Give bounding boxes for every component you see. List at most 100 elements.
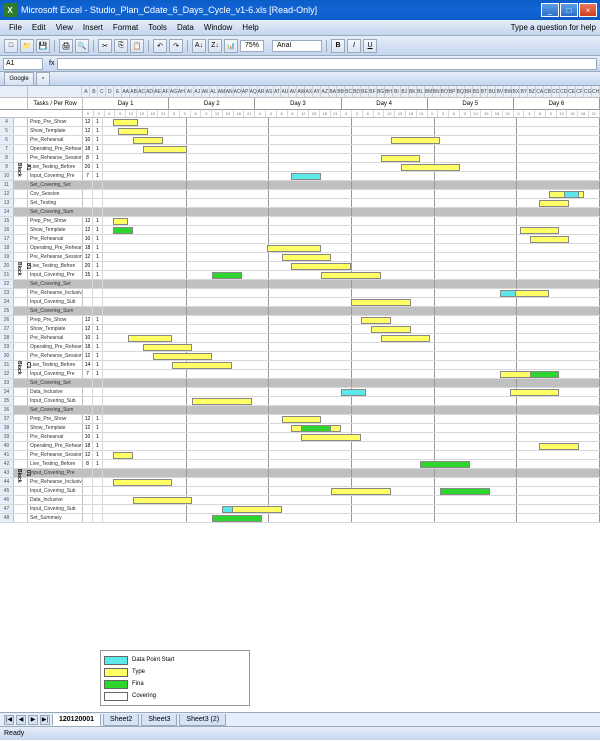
- col-header[interactable]: CD: [560, 86, 568, 97]
- col-header[interactable]: AC: [138, 86, 146, 97]
- col-header[interactable]: CB: [544, 86, 552, 97]
- row-header[interactable]: 4: [0, 118, 14, 126]
- menu-help[interactable]: Help: [237, 23, 263, 32]
- col-header[interactable]: AS: [266, 86, 274, 97]
- col-header[interactable]: BK: [409, 86, 417, 97]
- menu-format[interactable]: Format: [108, 23, 143, 32]
- col-header[interactable]: B: [90, 86, 98, 97]
- gantt-bar[interactable]: [153, 353, 213, 360]
- col-header[interactable]: BH: [385, 86, 393, 97]
- gantt-bar[interactable]: [564, 191, 579, 198]
- col-header[interactable]: AN: [226, 86, 234, 97]
- row-header[interactable]: 37: [0, 415, 14, 423]
- open-icon[interactable]: 📁: [20, 39, 34, 53]
- row-header[interactable]: 32: [0, 370, 14, 378]
- menu-tools[interactable]: Tools: [143, 23, 172, 32]
- col-header[interactable]: BL: [417, 86, 425, 97]
- tab-next-icon[interactable]: ▶: [28, 715, 38, 725]
- gantt-bar[interactable]: [128, 335, 173, 342]
- row-header[interactable]: 45: [0, 487, 14, 495]
- col-header[interactable]: AL: [210, 86, 218, 97]
- col-header[interactable]: AV: [289, 86, 297, 97]
- row-header[interactable]: 10: [0, 172, 14, 180]
- gantt-bar[interactable]: [391, 137, 441, 144]
- maximize-button[interactable]: □: [560, 3, 578, 17]
- gantt-bar[interactable]: [143, 344, 193, 351]
- row-header[interactable]: 38: [0, 424, 14, 432]
- row-header[interactable]: 18: [0, 244, 14, 252]
- col-header[interactable]: E: [114, 86, 122, 97]
- row-header[interactable]: 30: [0, 352, 14, 360]
- gantt-bar[interactable]: [282, 416, 322, 423]
- gantt-bar[interactable]: [381, 335, 431, 342]
- font-selector[interactable]: [272, 40, 322, 52]
- menu-insert[interactable]: Insert: [78, 23, 108, 32]
- window-icon[interactable]: ▫: [36, 72, 50, 86]
- row-header[interactable]: 25: [0, 307, 14, 315]
- row-header[interactable]: 43: [0, 469, 14, 477]
- col-header[interactable]: CA: [536, 86, 544, 97]
- bold-icon[interactable]: B: [331, 39, 345, 53]
- gantt-bar[interactable]: [539, 200, 569, 207]
- redo-icon[interactable]: ↷: [169, 39, 183, 53]
- gantt-bar[interactable]: [143, 146, 188, 153]
- menu-edit[interactable]: Edit: [27, 23, 51, 32]
- sheet-tab-3[interactable]: Sheet3: [141, 714, 177, 726]
- row-header[interactable]: 34: [0, 388, 14, 396]
- col-header[interactable]: AT: [274, 86, 282, 97]
- menu-window[interactable]: Window: [199, 23, 237, 32]
- col-header[interactable]: CG: [584, 86, 592, 97]
- col-header[interactable]: AA: [122, 86, 130, 97]
- row-header[interactable]: 48: [0, 514, 14, 522]
- gantt-bar[interactable]: [321, 272, 381, 279]
- row-header[interactable]: 41: [0, 451, 14, 459]
- row-header[interactable]: 14: [0, 208, 14, 216]
- row-header[interactable]: 28: [0, 334, 14, 342]
- row-header[interactable]: 20: [0, 262, 14, 270]
- sheet-tab-1[interactable]: 120120001: [52, 714, 101, 726]
- minimize-button[interactable]: _: [541, 3, 559, 17]
- row-header[interactable]: 5: [0, 127, 14, 135]
- gantt-bar[interactable]: [301, 434, 361, 441]
- gantt-bar[interactable]: [232, 506, 282, 513]
- gantt-bar[interactable]: [530, 236, 570, 243]
- gantt-bar[interactable]: [539, 443, 579, 450]
- row-header[interactable]: 27: [0, 325, 14, 333]
- col-header[interactable]: AJ: [194, 86, 202, 97]
- col-header[interactable]: AD: [146, 86, 154, 97]
- menu-data[interactable]: Data: [172, 23, 199, 32]
- col-header[interactable]: AI: [186, 86, 194, 97]
- row-header[interactable]: 6: [0, 136, 14, 144]
- col-header[interactable]: AH: [178, 86, 186, 97]
- col-header[interactable]: CC: [552, 86, 560, 97]
- col-header[interactable]: BG: [377, 86, 385, 97]
- preview-icon[interactable]: 🔍: [75, 39, 89, 53]
- row-header[interactable]: 15: [0, 217, 14, 225]
- gantt-bar[interactable]: [282, 254, 332, 261]
- sheet-tab-4[interactable]: Sheet3 (2): [179, 714, 226, 726]
- col-header[interactable]: AO: [234, 86, 242, 97]
- col-header[interactable]: AQ: [250, 86, 258, 97]
- sort-asc-icon[interactable]: A↓: [192, 39, 206, 53]
- chart-icon[interactable]: 📊: [224, 39, 238, 53]
- col-header[interactable]: A: [82, 86, 90, 97]
- row-header[interactable]: 36: [0, 406, 14, 414]
- col-header[interactable]: CH: [592, 86, 600, 97]
- menu-view[interactable]: View: [51, 23, 78, 32]
- name-box[interactable]: [3, 58, 43, 70]
- new-icon[interactable]: □: [4, 39, 18, 53]
- gantt-bar[interactable]: [113, 479, 173, 486]
- sheet-tab-2[interactable]: Sheet2: [103, 714, 139, 726]
- gantt-bar[interactable]: [361, 317, 391, 324]
- gantt-bar[interactable]: [291, 173, 321, 180]
- col-header[interactable]: AP: [242, 86, 250, 97]
- paste-icon[interactable]: 📋: [130, 39, 144, 53]
- gantt-bar[interactable]: [113, 227, 133, 234]
- close-button[interactable]: ×: [579, 3, 597, 17]
- gantt-bar[interactable]: [133, 497, 193, 504]
- col-header[interactable]: AW: [297, 86, 305, 97]
- menu-file[interactable]: File: [4, 23, 27, 32]
- gantt-bar[interactable]: [440, 488, 490, 495]
- col-header[interactable]: BQ: [457, 86, 465, 97]
- gantt-bar[interactable]: [113, 218, 128, 225]
